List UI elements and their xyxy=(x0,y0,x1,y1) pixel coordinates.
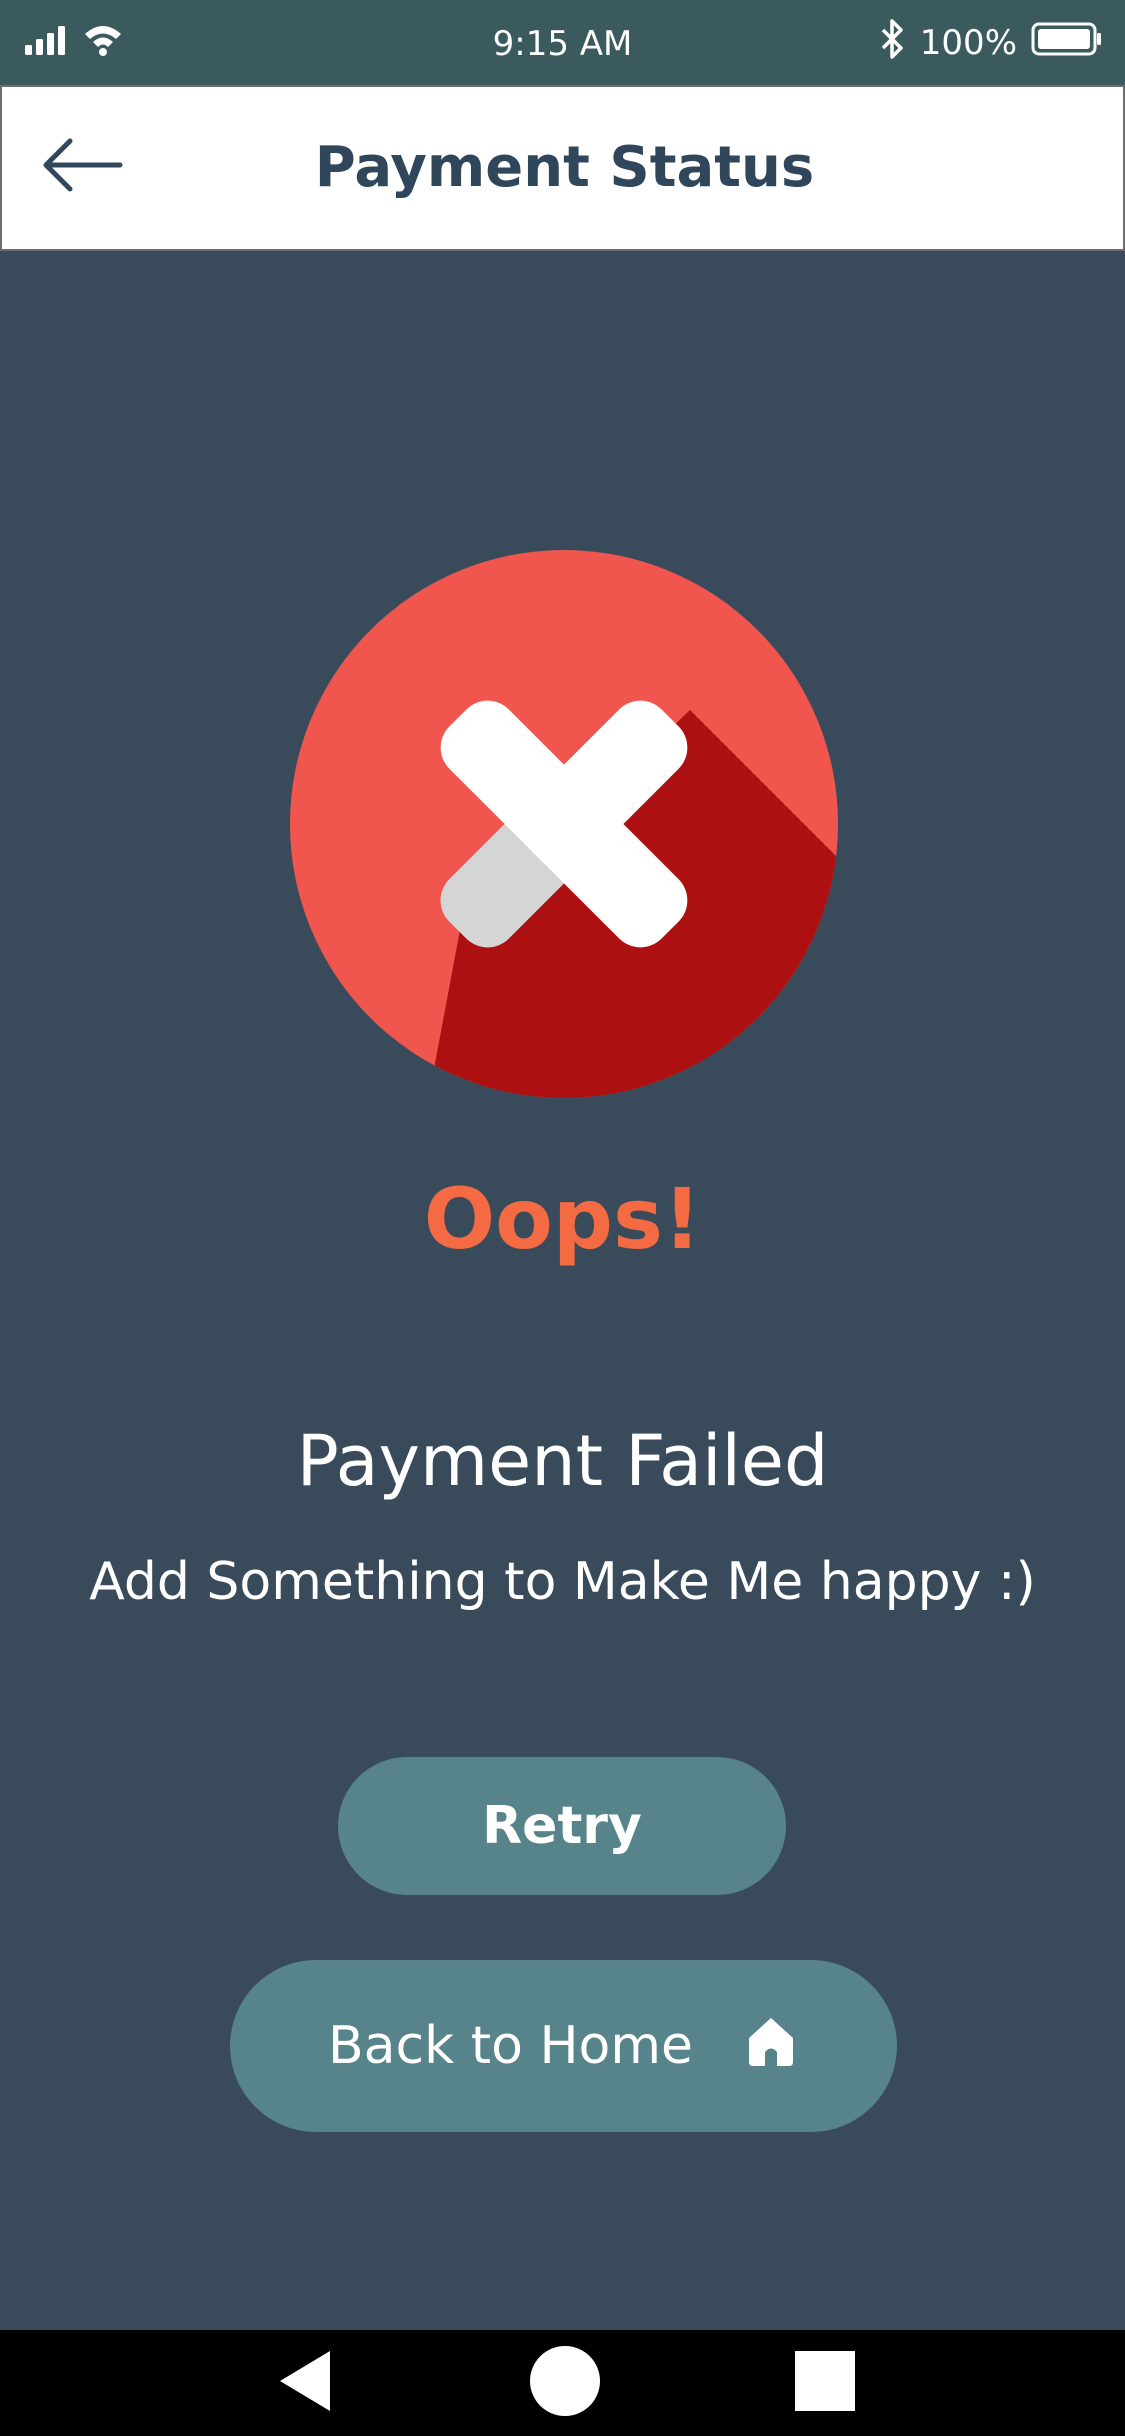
payment-failed-subtitle: Add Something to Make Me happy :) xyxy=(89,1552,1036,1612)
home-icon xyxy=(743,2012,799,2081)
nav-home-button[interactable] xyxy=(520,2330,610,2436)
retry-button[interactable]: Retry xyxy=(338,1757,786,1895)
arrow-left-icon xyxy=(40,137,124,197)
battery-percent: 100% xyxy=(919,23,1017,63)
nav-back-button[interactable] xyxy=(260,2330,350,2436)
system-nav-bar xyxy=(0,2330,1125,2436)
nav-recents-button[interactable] xyxy=(780,2330,870,2436)
back-to-home-label: Back to Home xyxy=(327,2016,694,2076)
retry-label: Retry xyxy=(482,1796,642,1856)
error-x-icon xyxy=(290,550,838,1098)
payment-failed-title: Payment Failed xyxy=(296,1420,829,1502)
app-header: Payment Status xyxy=(0,85,1125,251)
nav-recents-icon xyxy=(794,2350,856,2416)
oops-heading: Oops! xyxy=(423,1170,702,1268)
status-right-icons: 100% xyxy=(880,18,1103,69)
nav-back-icon xyxy=(278,2349,332,2417)
page-title: Payment Status xyxy=(314,135,815,200)
battery-icon xyxy=(1031,21,1103,66)
nav-home-icon xyxy=(529,2345,601,2421)
back-to-home-button[interactable]: Back to Home xyxy=(230,1960,897,2132)
back-button[interactable] xyxy=(32,127,132,207)
bluetooth-icon xyxy=(880,18,906,69)
status-bar: 9:15 AM 100% xyxy=(0,0,1125,85)
